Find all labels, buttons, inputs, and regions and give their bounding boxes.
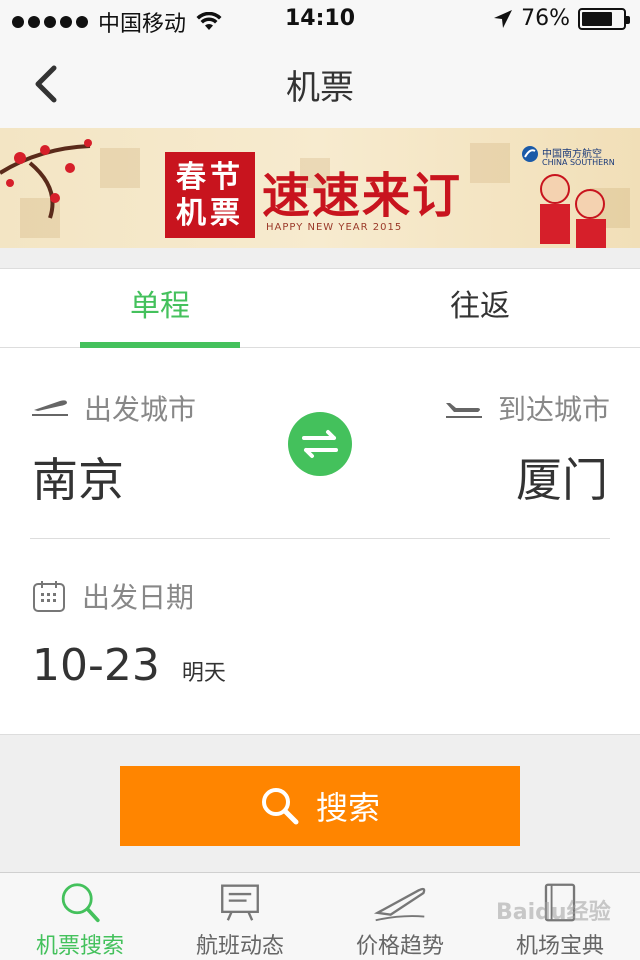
tab-one-way[interactable]: 单程 xyxy=(0,269,320,348)
to-city-label: 到达城市 xyxy=(444,388,610,428)
watermark: Baidu经验 xyxy=(496,900,611,925)
banner-headline: 速速来订 xyxy=(262,168,463,224)
tab-round-trip[interactable]: 往返 xyxy=(320,269,640,347)
from-city[interactable]: 南京 xyxy=(32,444,124,510)
search-icon xyxy=(261,788,299,825)
trip-type-tabs: 单程 往返 xyxy=(0,268,640,348)
date-relative: 明天 xyxy=(181,661,226,686)
tab-label: 机票搜索 xyxy=(35,934,124,959)
battery-percent: 76% xyxy=(521,6,570,31)
tab-flight-search[interactable]: 机票搜索 xyxy=(0,873,160,960)
children-illustration xyxy=(540,174,606,248)
date-value: 10-23 xyxy=(32,640,160,691)
airline-logo-icon xyxy=(522,146,538,162)
calendar-icon xyxy=(33,581,65,612)
board-icon xyxy=(221,884,259,921)
search-icon xyxy=(61,883,100,923)
page-title: 机票 xyxy=(286,68,354,108)
banner-badge: 春节机票 xyxy=(176,160,244,231)
status-bar: 中国移动 14:10 76% xyxy=(0,0,640,40)
to-label-text: 到达城市 xyxy=(497,393,610,426)
search-button[interactable]: 搜索 xyxy=(120,766,520,846)
plane-takeoff-icon xyxy=(32,400,68,416)
date-label-text: 出发日期 xyxy=(82,581,195,614)
tab-price-trend[interactable]: 价格趋势 xyxy=(320,873,480,960)
tab-flight-status[interactable]: 航班动态 xyxy=(160,873,320,960)
form-divider xyxy=(30,538,610,539)
battery-icon xyxy=(578,7,630,30)
date-label: 出发日期 xyxy=(32,576,194,616)
plane-landing-icon xyxy=(445,403,482,418)
departure-date[interactable]: 10-23 明天 xyxy=(32,640,226,691)
banner-subtitle: HAPPY NEW YEAR 2015 xyxy=(266,222,403,233)
from-label-text: 出发城市 xyxy=(84,393,197,426)
promo-banner[interactable]: 春节机票 速速来订 HAPPY NEW YEAR 2015 中国南方航空 CHI… xyxy=(0,128,640,248)
plane-trend-icon xyxy=(373,887,426,922)
to-city[interactable]: 厦门 xyxy=(516,444,608,510)
tab-label: 航班动态 xyxy=(195,934,284,959)
tab-label: 机场宝典 xyxy=(515,934,604,959)
battery-fill xyxy=(582,11,613,26)
location-arrow-icon xyxy=(494,9,513,28)
navigation-bar: 机票 xyxy=(0,40,640,128)
swap-arrows-icon xyxy=(302,430,338,458)
flight-search-form: 出发城市 南京 到达城市 厦门 出发日期 10-23 明天 xyxy=(0,348,640,735)
search-button-label: 搜索 xyxy=(315,789,380,827)
swap-cities-button[interactable] xyxy=(288,412,352,476)
from-city-label: 出发城市 xyxy=(30,388,196,428)
tab-label: 价格趋势 xyxy=(355,934,444,959)
